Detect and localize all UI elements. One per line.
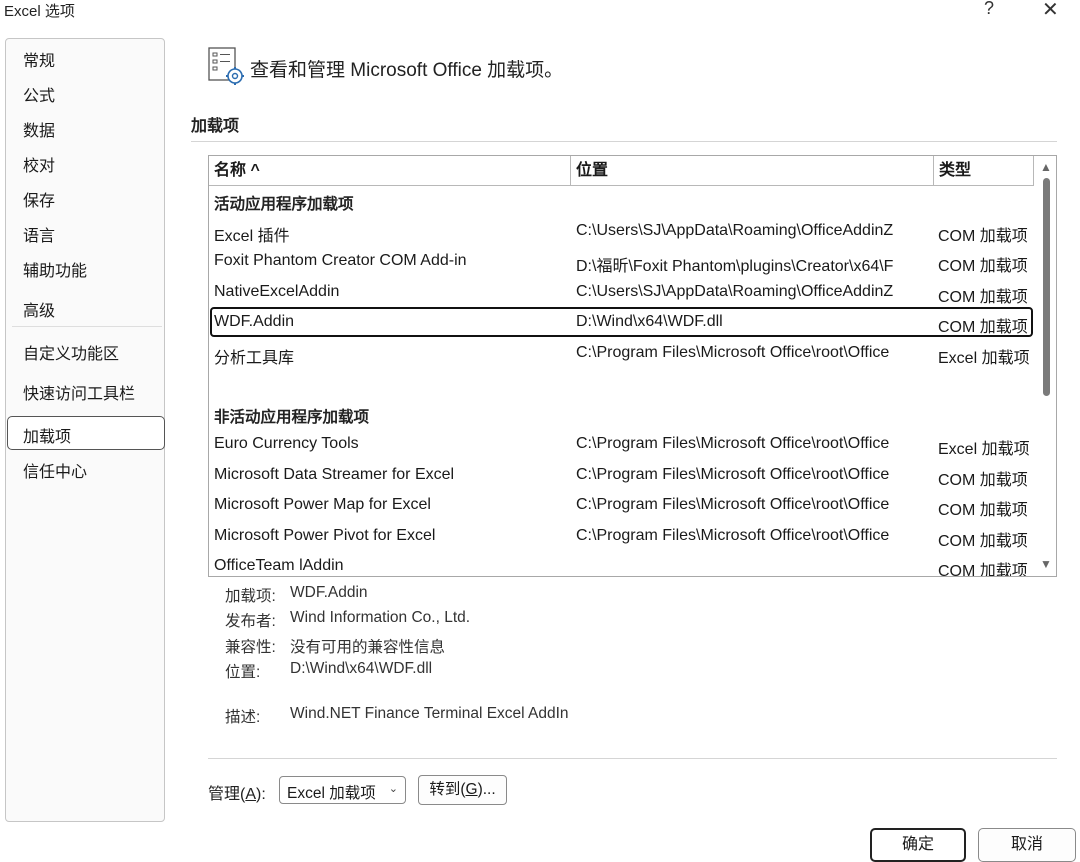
group-active-addins: 活动应用程序加载项 (214, 196, 354, 213)
manage-label-pre: 管理( (208, 786, 246, 803)
row-location: D:\福昕\Foxit Phantom\plugins\Creator\x64\… (576, 258, 894, 275)
column-header-location[interactable]: 位置 (571, 156, 934, 186)
addins-gear-icon (208, 47, 244, 85)
row-type: Excel 加载项 (938, 350, 1030, 367)
row-name: OfficeTeam lAddin (214, 557, 344, 574)
bottom-divider (208, 758, 1057, 759)
sidebar: 常规 公式 数据 校对 保存 语言 辅助功能 高级 自定义功能区 快速访问工具栏… (5, 38, 165, 822)
goto-button[interactable]: 转到(G)... (418, 775, 507, 805)
row-type: COM 加载项 (938, 472, 1028, 489)
ok-button[interactable]: 确定 (870, 828, 966, 862)
manage-label: 管理(A): (208, 780, 266, 804)
row-location: C:\Program Files\Microsoft Office\root\O… (576, 527, 890, 544)
detail-publisher-value: Wind Information Co., Ltd. (290, 609, 471, 626)
chevron-down-icon: ⌄ (388, 783, 398, 795)
row-location: C:\Program Files\Microsoft Office\root\O… (576, 344, 890, 361)
row-type: COM 加载项 (938, 533, 1028, 550)
row-name: 分析工具库 (214, 350, 295, 367)
page-header: 查看和管理 Microsoft Office 加载项。 (250, 60, 564, 81)
manage-label-post: ): (256, 786, 266, 803)
row-type: COM 加载项 (938, 228, 1028, 245)
row-location: C:\Users\SJ\AppData\Roaming\OfficeAddinZ (576, 283, 894, 300)
goto-label-post: )... (477, 781, 496, 798)
help-button[interactable]: ? (984, 0, 994, 19)
detail-desc-label: 描述: (225, 709, 261, 726)
row-name: NativeExcelAddin (214, 283, 340, 300)
column-header-type[interactable]: 类型 (934, 156, 1034, 186)
row-location: C:\Program Files\Microsoft Office\root\O… (576, 496, 890, 513)
row-location: C:\Users\SJ\AppData\Roaming\OfficeAddinZ (576, 222, 894, 239)
row-location: C:\Program Files\Microsoft Office\root\O… (576, 435, 890, 452)
row-name: Euro Currency Tools (214, 435, 359, 452)
close-button[interactable]: ✕ (1042, 0, 1059, 22)
detail-desc-value: Wind.NET Finance Terminal Excel AddIn (290, 705, 569, 722)
row-name: Microsoft Data Streamer for Excel (214, 466, 455, 483)
row-type: COM 加载项 (938, 289, 1028, 306)
title-bar: Excel 选项 ? ✕ (0, 0, 1080, 28)
detail-compat-label: 兼容性: (225, 639, 276, 656)
group-inactive-addins: 非活动应用程序加载项 (214, 409, 370, 426)
row-type: Excel 加载项 (938, 441, 1030, 458)
sidebar-item-language[interactable]: 语言 (23, 222, 55, 246)
detail-location-label: 位置: (225, 664, 261, 681)
scroll-down-arrow-icon[interactable]: ▼ (1040, 557, 1052, 571)
row-location: D:\Wind\x64\WDF.dll (576, 313, 723, 330)
sidebar-item-accessibility[interactable]: 辅助功能 (23, 257, 87, 281)
manage-label-key: A (245, 786, 257, 803)
sidebar-item-general[interactable]: 常规 (23, 47, 55, 71)
sidebar-item-advanced[interactable]: 高级 (23, 297, 55, 321)
window-title: Excel 选项 (4, 3, 75, 20)
row-location: C:\Program Files\Microsoft Office\root\O… (576, 466, 890, 483)
sidebar-item-trust-center[interactable]: 信任中心 (23, 458, 87, 482)
sidebar-item-data[interactable]: 数据 (23, 117, 55, 141)
row-type: COM 加载项 (938, 319, 1028, 336)
row-name: Microsoft Power Pivot for Excel (214, 527, 436, 544)
cancel-button[interactable]: 取消 (978, 828, 1076, 862)
scroll-up-arrow-icon[interactable]: ▲ (1040, 160, 1052, 174)
goto-label-pre: 转到( (429, 781, 466, 798)
sidebar-item-addins[interactable]: 加载项 (23, 423, 71, 447)
detail-location-value: D:\Wind\x64\WDF.dll (290, 660, 433, 677)
sidebar-item-quick-access[interactable]: 快速访问工具栏 (23, 380, 135, 404)
detail-publisher-label: 发布者: (225, 613, 276, 630)
row-name: WDF.Addin (214, 313, 295, 330)
addins-table: 名称 ^ 位置 类型 活动应用程序加载项 Excel 插件 C:\Users\S… (208, 155, 1057, 577)
manage-dropdown-value: Excel 加载项 (287, 785, 376, 802)
column-header-name[interactable]: 名称 ^ (209, 156, 571, 186)
sidebar-item-proofing[interactable]: 校对 (23, 152, 55, 176)
section-divider (191, 141, 1057, 142)
row-name: Excel 插件 (214, 228, 290, 245)
section-title: 加载项 (191, 118, 240, 135)
detail-compat-value: 没有可用的兼容性信息 (290, 639, 446, 656)
detail-addin-value: WDF.Addin (290, 584, 368, 601)
sidebar-divider (12, 326, 162, 327)
detail-addin-label: 加载项: (225, 588, 276, 605)
table-scrollbar[interactable]: ▲ ▼ (1037, 156, 1056, 576)
row-type: COM 加载项 (938, 563, 1028, 577)
row-type: COM 加载项 (938, 502, 1028, 519)
manage-dropdown[interactable]: Excel 加载项 ⌄ (279, 776, 406, 804)
goto-label-key: G (465, 781, 478, 798)
sidebar-item-customize-ribbon[interactable]: 自定义功能区 (23, 340, 119, 364)
sidebar-item-formulas[interactable]: 公式 (23, 82, 55, 106)
sidebar-item-save[interactable]: 保存 (23, 187, 55, 211)
row-name: Foxit Phantom Creator COM Add-in (214, 252, 467, 269)
row-name: Microsoft Power Map for Excel (214, 496, 431, 513)
row-type: COM 加载项 (938, 258, 1028, 275)
scroll-thumb[interactable] (1043, 178, 1050, 396)
